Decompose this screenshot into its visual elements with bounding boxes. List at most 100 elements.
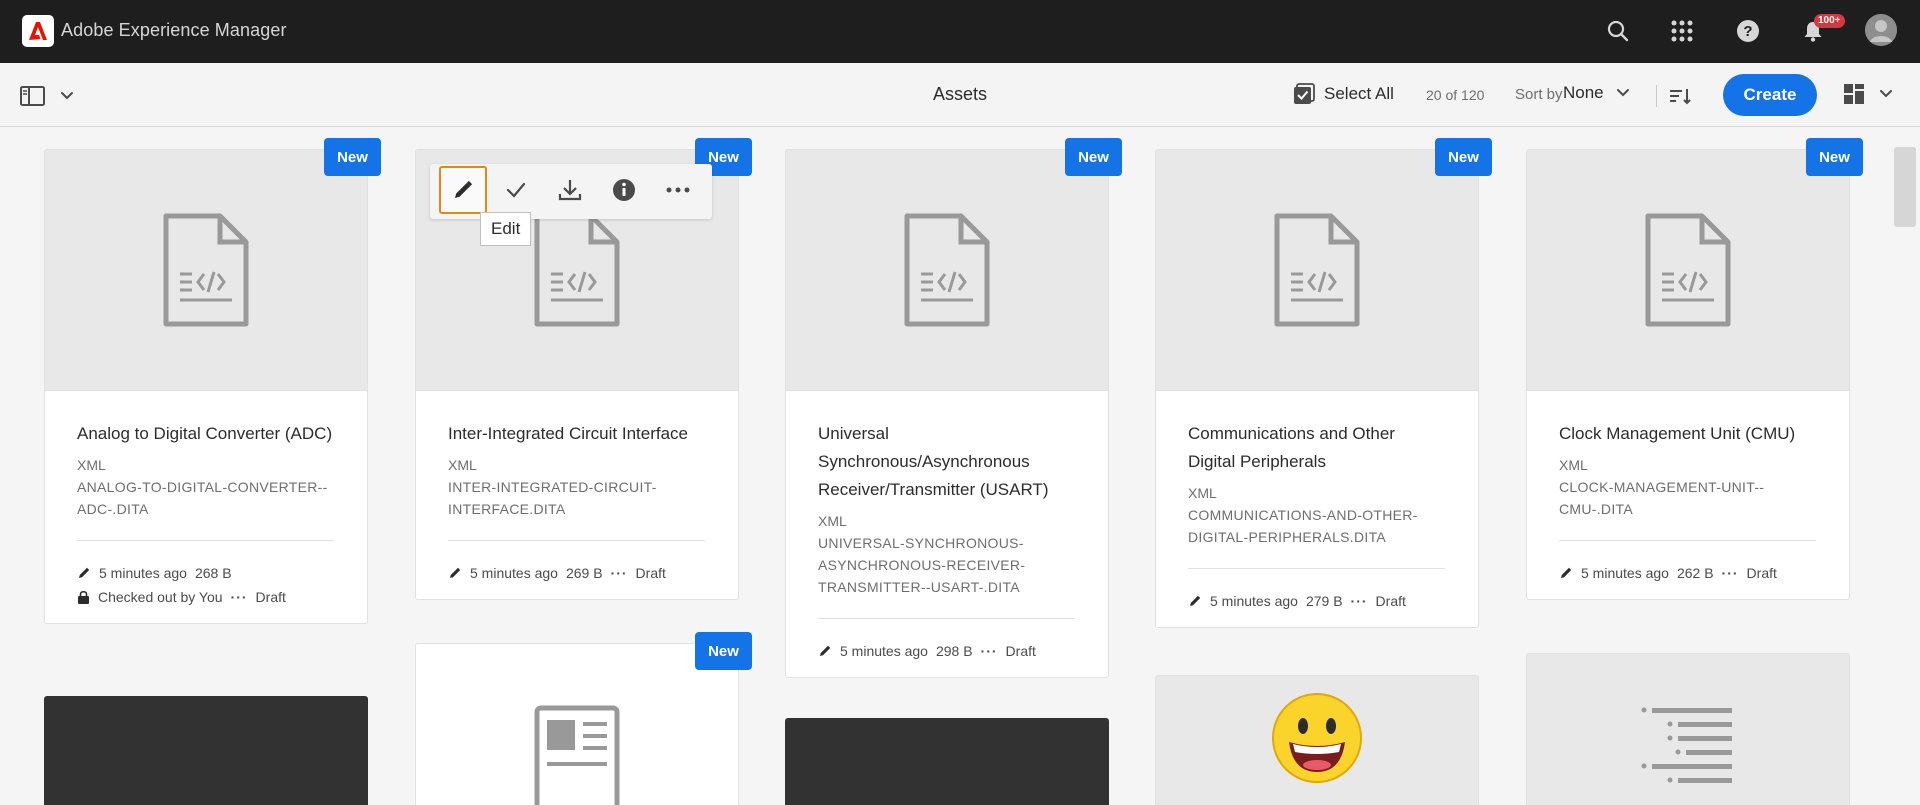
modified-time: 5 minutes ago xyxy=(1210,593,1298,609)
doc-status: Draft xyxy=(1375,593,1406,609)
asset-card-partial[interactable] xyxy=(415,643,739,805)
asset-title[interactable]: Communications and Other Digital Periphe… xyxy=(1188,420,1445,476)
card-view-icon xyxy=(1844,84,1864,104)
select-all-button[interactable]: Select All xyxy=(1293,83,1394,105)
asset-filename: UNIVERSAL-SYNCHRONOUS-ASYNCHRONOUS-RECEI… xyxy=(818,535,1026,595)
new-badge: New xyxy=(324,138,381,176)
action-bar: Assets Select All 20 of 120 Sort by None… xyxy=(0,63,1920,127)
sort-label: Sort by xyxy=(1515,86,1563,103)
asset-title[interactable]: Clock Management Unit (CMU) xyxy=(1559,420,1816,448)
sort-value: None xyxy=(1563,83,1604,102)
asset-title[interactable]: Universal Synchronous/Asynchronous Recei… xyxy=(818,420,1075,504)
asset-card[interactable]: Clock Management Unit (CMU) XML CLOCK-MA… xyxy=(1526,149,1850,600)
file-thumbnail xyxy=(786,150,1108,391)
asset-type: XML xyxy=(77,457,106,473)
more-dots-icon: ··· xyxy=(1721,565,1739,581)
info-icon xyxy=(613,179,635,201)
more-dots-icon: ··· xyxy=(980,643,998,659)
chevron-down-icon xyxy=(61,92,73,100)
checkmark-icon xyxy=(506,182,526,198)
modified-time: 5 minutes ago xyxy=(840,643,928,659)
notification-badge: 100+ xyxy=(1814,14,1845,28)
file-thumbnail xyxy=(1156,150,1478,391)
asset-type: XML xyxy=(1188,485,1217,501)
new-badge: New xyxy=(1065,138,1122,176)
new-badge: New xyxy=(695,632,752,670)
adobe-logo-icon[interactable] xyxy=(22,15,54,47)
asset-filename: CLOCK-MANAGEMENT-UNIT--CMU-.DITA xyxy=(1559,479,1765,517)
xml-file-icon xyxy=(534,213,620,327)
dark-image-thumbnail[interactable] xyxy=(44,696,368,805)
properties-button[interactable] xyxy=(600,166,648,214)
dark-image-thumbnail[interactable] xyxy=(785,718,1109,805)
apps-icon[interactable] xyxy=(1665,14,1699,48)
chevron-down-icon xyxy=(1880,90,1892,98)
download-button[interactable] xyxy=(546,166,594,214)
xml-file-icon xyxy=(163,213,249,327)
grinning-face-icon xyxy=(1272,693,1362,783)
item-count: 20 of 120 xyxy=(1426,87,1485,103)
chevron-down-icon xyxy=(1616,89,1629,97)
pencil-icon xyxy=(1561,567,1572,578)
asset-card-partial[interactable] xyxy=(1526,653,1850,805)
asset-card[interactable]: Universal Synchronous/Asynchronous Recei… xyxy=(785,149,1109,678)
asset-title[interactable]: Inter-Integrated Circuit Interface xyxy=(448,420,705,448)
sort-dropdown[interactable]: None xyxy=(1563,83,1630,103)
help-icon[interactable]: ? xyxy=(1731,14,1765,48)
select-button[interactable] xyxy=(492,166,540,214)
sort-order-button[interactable] xyxy=(1666,83,1694,109)
view-switcher[interactable] xyxy=(1843,83,1893,105)
scrollbar-thumb[interactable] xyxy=(1894,147,1916,227)
xml-file-icon xyxy=(1645,213,1731,327)
create-button[interactable]: Create xyxy=(1723,74,1817,116)
asset-filename: INTER-INTEGRATED-CIRCUIT-INTERFACE.DITA xyxy=(448,479,657,517)
modified-time: 5 minutes ago xyxy=(99,565,187,581)
xml-file-icon xyxy=(1274,213,1360,327)
asset-filename: COMMUNICATIONS-AND-OTHER-DIGITAL-PERIPHE… xyxy=(1188,507,1418,545)
list-outline-icon xyxy=(1641,707,1732,783)
more-actions-button[interactable] xyxy=(654,166,702,214)
select-all-icon xyxy=(1294,83,1315,104)
modified-time: 5 minutes ago xyxy=(470,565,558,581)
pencil-icon xyxy=(1190,595,1201,606)
asset-type: XML xyxy=(448,457,477,473)
file-thumbnail xyxy=(45,150,367,391)
file-thumbnail xyxy=(1527,150,1849,391)
asset-type: XML xyxy=(818,513,847,529)
shell-header: Adobe Experience Manager ? 100+ xyxy=(0,0,1920,63)
doc-status: Draft xyxy=(1746,565,1777,581)
quick-actions-bar xyxy=(430,164,712,219)
user-avatar[interactable] xyxy=(1865,14,1897,46)
search-icon[interactable] xyxy=(1601,14,1635,48)
app-title[interactable]: Adobe Experience Manager xyxy=(61,20,287,41)
emoji-image-thumbnail[interactable] xyxy=(1155,675,1479,805)
pencil-icon xyxy=(79,567,90,578)
doc-status: Draft xyxy=(1005,643,1036,659)
pencil-icon xyxy=(455,180,473,198)
doc-status: Draft xyxy=(255,589,286,605)
more-dots-icon: ··· xyxy=(610,565,628,581)
download-icon xyxy=(558,180,582,201)
sort-order-icon xyxy=(1670,89,1691,105)
file-size: 298 B xyxy=(935,643,973,659)
asset-type: XML xyxy=(1559,457,1588,473)
modified-time: 5 minutes ago xyxy=(1581,565,1669,581)
lock-icon xyxy=(78,590,89,604)
select-all-label: Select All xyxy=(1324,84,1394,103)
document-layout-icon xyxy=(534,705,620,805)
asset-card[interactable]: Analog to Digital Converter (ADC) XML AN… xyxy=(44,149,368,624)
asset-title[interactable]: Analog to Digital Converter (ADC) xyxy=(77,420,334,448)
pencil-icon xyxy=(450,567,461,578)
pencil-icon xyxy=(820,645,831,656)
new-badge: New xyxy=(1435,138,1492,176)
asset-card[interactable]: Communications and Other Digital Periphe… xyxy=(1155,149,1479,628)
edit-button[interactable] xyxy=(439,166,487,214)
rail-toggle-button[interactable] xyxy=(20,83,80,109)
xml-file-icon xyxy=(904,213,990,327)
sidebar-icon xyxy=(20,86,45,106)
checked-out-status: Checked out by You xyxy=(98,589,223,605)
doc-status: Draft xyxy=(635,565,666,581)
more-icon xyxy=(666,187,690,193)
asset-grid: Analog to Digital Converter (ADC) XML AN… xyxy=(0,128,1920,805)
file-size: 268 B xyxy=(194,565,232,581)
